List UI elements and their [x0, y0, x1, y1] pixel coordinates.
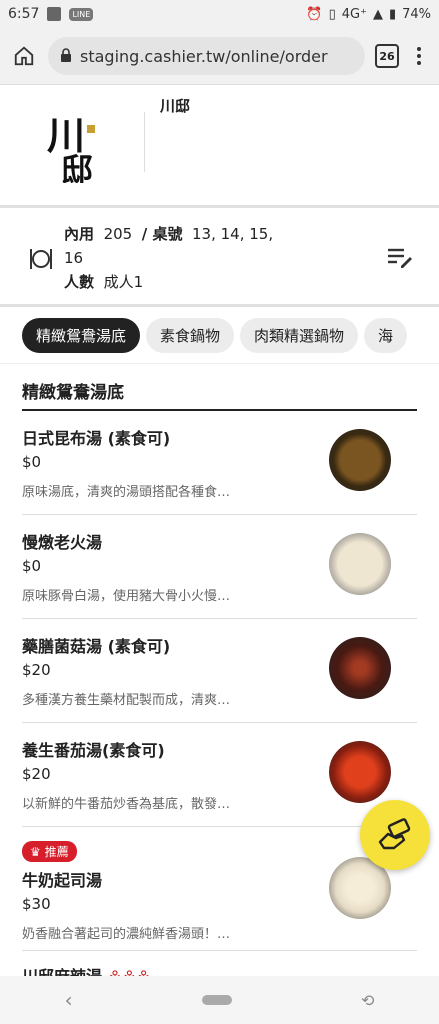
item-name: 養生番茄湯(素食可): [22, 741, 165, 760]
section-title: 精緻鴛鴦湯底: [22, 378, 417, 411]
item-image: [329, 429, 391, 491]
dine-table-line: 內用 205 / 桌號 13, 14, 15,: [64, 222, 273, 246]
item-image: [329, 741, 391, 803]
menu-item[interactable]: 藥膳菌菇湯 (素食可) $20 多種漢方養生藥材配製而成，清爽…: [22, 619, 417, 723]
order-details: 內用 205 / 桌號 13, 14, 15, 16 人數 成人1: [64, 222, 273, 294]
people-value: 成人1: [103, 273, 144, 291]
people-line: 人數 成人1: [64, 270, 273, 294]
category-tabs: 精緻鴛鴦湯底 素食鍋物 肉類精選鍋物 海: [0, 307, 439, 364]
item-price: $0: [22, 557, 42, 575]
url-bar[interactable]: staging.cashier.tw/online/order: [48, 37, 365, 75]
recommended-badge: ♛ 推薦: [22, 841, 77, 862]
category-tab-0[interactable]: 精緻鴛鴦湯底: [22, 317, 141, 353]
network-label: 4G⁺: [341, 6, 367, 22]
item-image: [329, 533, 391, 595]
url-text: staging.cashier.tw/online/order: [80, 46, 328, 66]
lock-icon: [60, 47, 72, 66]
home-pill[interactable]: [201, 995, 232, 1005]
system-nav-bar: ‹ ⟲: [0, 976, 439, 1024]
table-numbers: 13, 14, 15,: [192, 225, 274, 243]
item-desc: 多種漢方養生藥材配製而成，清爽…: [22, 693, 231, 708]
category-tab-2[interactable]: 肉類精選鍋物: [240, 317, 359, 353]
tab-switcher-button[interactable]: 26: [375, 44, 399, 68]
dine-number: 205: [103, 225, 133, 243]
people-label: 人數: [64, 273, 95, 291]
item-name: 牛奶起司湯: [22, 871, 103, 890]
crown-icon: ♛: [30, 845, 41, 859]
item-price: $20: [22, 765, 51, 783]
more-menu-icon[interactable]: [409, 47, 429, 65]
notification-icon: [47, 7, 62, 21]
category-tab-3[interactable]: 海: [364, 317, 408, 353]
item-name: 日式昆布湯 (素食可): [22, 429, 171, 448]
table-label: / 桌號: [141, 225, 183, 243]
item-desc: 原味湯底，清爽的湯頭搭配各種食…: [22, 485, 231, 500]
vibrate-icon: ▯: [328, 6, 336, 22]
menu-item[interactable]: ♛ 推薦 牛奶起司湯 $30 奶香融合著起司的濃純鮮香湯頭！…: [22, 827, 417, 951]
alarm-icon: ⏰: [306, 6, 323, 22]
dine-label: 內用: [64, 225, 95, 243]
payment-hand-icon: [378, 818, 411, 850]
item-name: 慢燉老火湯: [22, 533, 103, 552]
badge-label: 推薦: [44, 845, 69, 859]
cart-button[interactable]: [360, 800, 430, 870]
svg-text:邸: 邸: [61, 151, 93, 183]
rotate-icon[interactable]: ⟲: [361, 991, 374, 1010]
store-header: 川 邸 川邸: [0, 85, 439, 208]
edit-order-icon[interactable]: [387, 246, 413, 272]
battery-icon: ▮: [388, 6, 397, 22]
item-name: 藥膳菌菇湯 (素食可): [22, 637, 171, 656]
category-tab-1[interactable]: 素食鍋物: [146, 317, 235, 353]
battery-percent: 74%: [402, 6, 431, 22]
status-time: 6:57: [8, 6, 40, 22]
menu-item[interactable]: 慢燉老火湯 $0 原味豚骨白湯，使用豬大骨小火慢…: [22, 515, 417, 619]
item-price: $0: [22, 453, 42, 471]
menu-item[interactable]: 日式昆布湯 (素食可) $0 原味湯底，清爽的湯頭搭配各種食…: [22, 411, 417, 515]
line-app-icon: LINE: [69, 7, 94, 21]
item-image: [329, 637, 391, 699]
back-icon[interactable]: ‹: [65, 988, 73, 1012]
store-logo: 川 邸: [45, 103, 115, 189]
item-desc: 奶香融合著起司的濃純鮮香湯頭！…: [22, 927, 231, 942]
dine-in-icon: [30, 246, 52, 276]
browser-toolbar: staging.cashier.tw/online/order 26: [0, 28, 439, 85]
item-desc: 原味豚骨白湯，使用豬大骨小火慢…: [22, 589, 231, 604]
table-numbers-cont: 16: [64, 249, 84, 267]
item-price: $20: [22, 661, 51, 679]
item-price: $30: [22, 895, 51, 913]
signal-icon: ▲: [372, 6, 383, 22]
menu-item[interactable]: 養生番茄湯(素食可) $20 以新鮮的牛番茄炒香為基底，散發…: [22, 723, 417, 827]
status-bar: 6:57 LINE ⏰ ▯ 4G⁺ ▲ ▮ 74%: [0, 0, 439, 28]
store-name: 川邸: [160, 97, 191, 115]
order-info-panel: 內用 205 / 桌號 13, 14, 15, 16 人數 成人1: [0, 208, 439, 307]
header-divider: [144, 112, 145, 172]
home-icon[interactable]: [10, 42, 38, 70]
item-desc: 以新鮮的牛番茄炒香為基底，散發…: [22, 797, 231, 812]
